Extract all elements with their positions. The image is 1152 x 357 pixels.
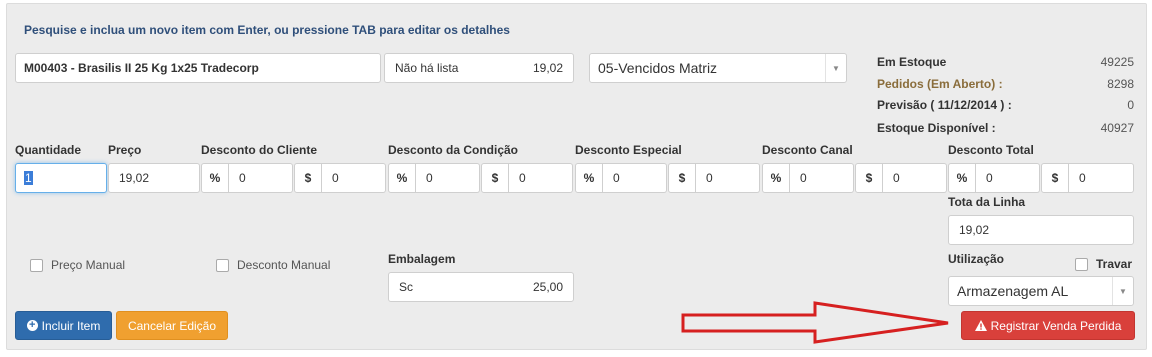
- percent-addon: %: [201, 163, 229, 193]
- product-value: M00403 - Brasilis II 25 Kg 1x25 Tradecor…: [24, 61, 259, 75]
- forecast-label: Previsão ( 11/12/2014 ) :: [877, 98, 1012, 112]
- channel-discount-val-value: 0: [893, 171, 900, 185]
- dollar-addon: $: [668, 163, 696, 193]
- dollar-addon: $: [294, 163, 322, 193]
- percent-addon: %: [388, 163, 416, 193]
- special-discount-val-value: 0: [706, 171, 713, 185]
- price-input[interactable]: 19,02: [108, 163, 200, 193]
- product-search-input[interactable]: M00403 - Brasilis II 25 Kg 1x25 Tradecor…: [15, 53, 381, 83]
- register-lost-sale-button[interactable]: Registrar Venda Perdida: [961, 311, 1135, 340]
- dollar-addon: $: [855, 163, 883, 193]
- price-list-value: 19,02: [532, 61, 563, 75]
- annotation-arrow-icon: [681, 301, 949, 344]
- quantity-label: Quantidade: [15, 143, 82, 157]
- total-discount-label: Desconto Total: [948, 143, 1034, 157]
- channel-discount-label: Desconto Canal: [762, 143, 853, 157]
- open-orders-value: 8298: [1107, 77, 1134, 91]
- total-discount-pct-value: 0: [986, 171, 993, 185]
- line-total-input[interactable]: 19,02: [948, 215, 1134, 245]
- warehouse-select[interactable]: 05-Vencidos Matriz ▼: [589, 53, 847, 83]
- lock-label: Travar: [1096, 257, 1133, 271]
- warehouse-select-value: 05-Vencidos Matriz: [598, 60, 718, 76]
- special-discount-pct-input[interactable]: 0: [603, 163, 667, 193]
- price-list-label: Não há lista: [395, 61, 459, 75]
- packaging-unit: Sc: [399, 280, 414, 294]
- customer-discount-label: Desconto do Cliente: [201, 143, 318, 157]
- percent-addon: %: [762, 163, 790, 193]
- plus-circle-icon: +: [26, 320, 38, 331]
- condition-discount-val-input[interactable]: 0: [509, 163, 573, 193]
- instruction-hint: Pesquise e inclua um novo item com Enter…: [24, 23, 510, 37]
- packaging-field[interactable]: Sc 25,00: [388, 272, 574, 302]
- stock-label: Em Estoque: [877, 55, 947, 69]
- manual-discount-label: Desconto Manual: [237, 258, 331, 272]
- total-discount-pct-input[interactable]: 0: [976, 163, 1040, 193]
- line-total-label: Tota da Linha: [948, 195, 1026, 209]
- channel-discount-pct-input[interactable]: 0: [790, 163, 854, 193]
- forecast-value: 0: [1127, 98, 1134, 112]
- packaging-label: Embalagem: [388, 252, 456, 266]
- manual-discount-checkbox[interactable]: Desconto Manual: [216, 258, 330, 272]
- lock-checkbox[interactable]: Travar: [1075, 257, 1132, 271]
- condition-discount-pct-value: 0: [426, 171, 433, 185]
- channel-discount-pct-value: 0: [800, 171, 807, 185]
- cancel-edit-button[interactable]: Cancelar Edição: [116, 311, 228, 340]
- warning-icon: [974, 320, 987, 331]
- chevron-down-icon: ▼: [1112, 277, 1133, 305]
- customer-discount-val-input[interactable]: 0: [322, 163, 386, 193]
- customer-discount-val-value: 0: [332, 171, 339, 185]
- checkbox-icon[interactable]: [1075, 257, 1088, 271]
- quantity-input[interactable]: 1: [15, 163, 107, 193]
- percent-addon: %: [948, 163, 976, 193]
- utilization-select[interactable]: Armazenagem AL ▼: [948, 276, 1134, 306]
- include-item-button[interactable]: + Incluir Item: [15, 311, 112, 340]
- manual-price-label: Preço Manual: [51, 258, 126, 272]
- utilization-select-value: Armazenagem AL: [957, 283, 1069, 299]
- special-discount-label: Desconto Especial: [575, 143, 682, 157]
- manual-price-checkbox[interactable]: Preço Manual: [30, 258, 125, 272]
- stock-value: 49225: [1100, 55, 1134, 69]
- special-discount-val-input[interactable]: 0: [696, 163, 760, 193]
- dollar-addon: $: [481, 163, 509, 193]
- line-total-value: 19,02: [959, 223, 990, 237]
- price-label: Preço: [108, 143, 142, 157]
- open-orders-label[interactable]: Pedidos (Em Aberto) :: [877, 77, 1003, 91]
- chevron-down-icon: ▼: [825, 54, 846, 82]
- customer-discount-pct-input[interactable]: 0: [229, 163, 293, 193]
- condition-discount-label: Desconto da Condição: [388, 143, 519, 157]
- utilization-label: Utilização: [948, 252, 1005, 266]
- cancel-edit-label: Cancelar Edição: [127, 318, 217, 333]
- special-discount-pct-value: 0: [613, 171, 620, 185]
- channel-discount-val-input[interactable]: 0: [883, 163, 947, 193]
- include-item-label: Incluir Item: [41, 318, 101, 333]
- price-list-field[interactable]: Não há lista 19,02: [384, 53, 574, 83]
- quantity-value: 1: [24, 171, 33, 185]
- checkbox-icon[interactable]: [216, 258, 229, 272]
- total-discount-val-value: 0: [1079, 171, 1086, 185]
- available-stock-label: Estoque Disponível :: [877, 121, 996, 135]
- total-discount-val-input[interactable]: 0: [1069, 163, 1134, 193]
- condition-discount-val-value: 0: [519, 171, 526, 185]
- price-value: 19,02: [119, 171, 150, 185]
- available-stock-value: 40927: [1100, 121, 1134, 135]
- checkbox-icon[interactable]: [30, 258, 43, 272]
- dollar-addon: $: [1041, 163, 1069, 193]
- percent-addon: %: [575, 163, 603, 193]
- register-lost-sale-label: Registrar Venda Perdida: [990, 318, 1122, 333]
- packaging-quantity: 25,00: [532, 280, 563, 294]
- customer-discount-pct-value: 0: [239, 171, 246, 185]
- condition-discount-pct-input[interactable]: 0: [416, 163, 480, 193]
